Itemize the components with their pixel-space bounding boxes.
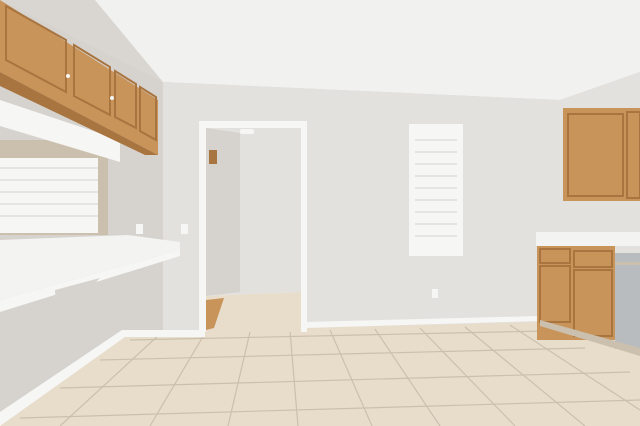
hallway-ceiling-light xyxy=(240,129,254,134)
hallway-floor xyxy=(206,292,301,332)
wall-outlet-icon-lower xyxy=(432,289,438,298)
wall-outlet-icon-desk xyxy=(136,224,143,234)
hallway-thermostat xyxy=(209,150,217,164)
cabinet-knob-icon xyxy=(66,74,70,78)
cabinet-knob-icon-2 xyxy=(110,96,114,100)
upper-cabinets-right xyxy=(563,108,640,201)
kitchen-photo xyxy=(0,0,640,426)
window-blinds xyxy=(415,131,457,249)
dishwasher xyxy=(615,253,640,349)
right-countertop xyxy=(536,232,640,246)
dishwasher-handle xyxy=(615,262,640,265)
wall-outlet-icon xyxy=(181,224,188,234)
pass-through-blinds xyxy=(0,158,98,233)
